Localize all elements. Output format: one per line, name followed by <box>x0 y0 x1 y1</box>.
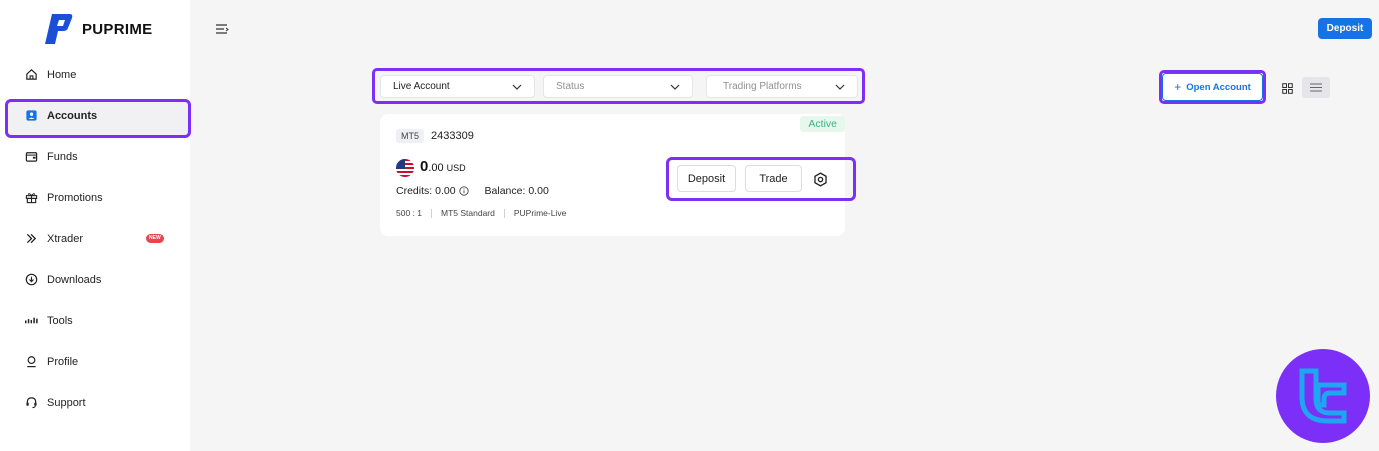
grid-icon <box>1281 82 1293 94</box>
account-type-value: Live Account <box>393 81 450 92</box>
status-select[interactable]: Status <box>543 75 693 98</box>
header-deposit-button[interactable]: Deposit <box>1318 18 1372 39</box>
gift-icon <box>23 190 39 206</box>
open-account-button[interactable]: + Open Account <box>1162 73 1263 101</box>
platform-tag: MT5 <box>396 129 424 143</box>
sidebar-item-support[interactable]: Support <box>0 382 190 423</box>
tools-icon <box>23 313 39 329</box>
puprime-logo-icon <box>45 14 73 44</box>
info-icon[interactable] <box>458 186 469 196</box>
platform-select[interactable]: Trading Platforms <box>706 75 858 98</box>
server-name: PUPrime-Live <box>513 208 567 218</box>
chevron-down-icon <box>512 84 522 90</box>
credits-value: 0.00 <box>435 185 456 197</box>
menu-toggle-icon[interactable] <box>215 22 229 36</box>
sidebar-nav: Home Accounts Funds Promotions Xtrader N… <box>0 54 191 423</box>
credits-label: Credits: <box>396 185 433 197</box>
sidebar-item-accounts[interactable]: Accounts <box>0 95 191 138</box>
balance-value: 0.00 <box>528 185 549 197</box>
wallet-icon <box>23 149 39 165</box>
sidebar-item-downloads[interactable]: Downloads <box>0 259 190 300</box>
sidebar-item-label: Downloads <box>47 273 102 286</box>
watermark-logo <box>1276 349 1370 443</box>
account-type: MT5 Standard <box>441 208 495 218</box>
account-meta-row: 500 : 1 MT5 Standard PUPrime-Live <box>396 208 566 218</box>
sidebar-item-label: Tools <box>47 314 73 327</box>
plus-icon: + <box>1174 80 1182 94</box>
brand-name: PUPRIME <box>82 20 153 38</box>
accounts-icon <box>23 108 39 124</box>
status-placeholder: Status <box>556 81 585 92</box>
sidebar-item-label: Xtrader <box>47 232 84 245</box>
settings-button[interactable] <box>811 170 829 188</box>
balance-decimal: .00 <box>428 162 444 174</box>
us-flag-icon <box>396 159 414 177</box>
headset-icon <box>23 395 39 411</box>
leverage: 500 : 1 <box>396 208 422 218</box>
sidebar-item-tools[interactable]: Tools <box>0 300 190 341</box>
credits-balance-row: Credits: 0.00 Balance: 0.00 <box>396 185 549 197</box>
sidebar-item-funds[interactable]: Funds <box>0 136 190 177</box>
account-balance: 0.00 USD <box>420 158 466 175</box>
double-chevron-icon <box>23 231 39 247</box>
sidebar: PUPRIME Home Accounts Funds Promotions X… <box>0 0 191 451</box>
balance-label: Balance: <box>484 185 526 197</box>
divider <box>503 208 505 218</box>
sidebar-item-profile[interactable]: Profile <box>0 341 190 382</box>
divider <box>431 208 432 218</box>
sidebar-item-label: Support <box>47 396 86 409</box>
sidebar-item-label: Promotions <box>47 191 103 204</box>
platform-placeholder: Trading Platforms <box>723 81 802 92</box>
sidebar-item-label: Home <box>47 68 77 81</box>
trade-button[interactable]: Trade <box>745 165 802 192</box>
sidebar-item-promotions[interactable]: Promotions <box>0 177 190 218</box>
filter-bar: Live Account Status Trading Platforms <box>372 68 865 104</box>
brand-logo[interactable]: PUPRIME <box>42 12 152 46</box>
home-icon <box>23 67 39 83</box>
sidebar-item-label: Accounts <box>47 109 98 122</box>
download-icon <box>23 272 39 288</box>
account-number: 2433309 <box>431 130 474 142</box>
profile-icon <box>23 354 39 370</box>
status-badge: Active <box>800 116 845 132</box>
new-badge: NEW <box>146 234 164 243</box>
sidebar-item-label: Funds <box>47 150 78 163</box>
gear-icon <box>813 171 827 187</box>
chevron-down-icon <box>670 84 680 90</box>
sidebar-item-label: Profile <box>47 355 79 368</box>
tc-logo-icon <box>1299 368 1347 424</box>
balance-currency: USD <box>446 163 466 173</box>
list-view-toggle[interactable] <box>1302 77 1330 98</box>
open-account-label: Open Account <box>1186 81 1251 93</box>
sidebar-item-xtrader[interactable]: Xtrader NEW <box>0 218 190 259</box>
account-type-select[interactable]: Live Account <box>380 75 535 98</box>
chevron-down-icon <box>835 84 845 90</box>
grid-view-toggle[interactable] <box>1277 78 1297 98</box>
sidebar-item-home[interactable]: Home <box>0 54 190 95</box>
list-icon <box>1310 83 1322 92</box>
card-deposit-button[interactable]: Deposit <box>677 165 736 192</box>
